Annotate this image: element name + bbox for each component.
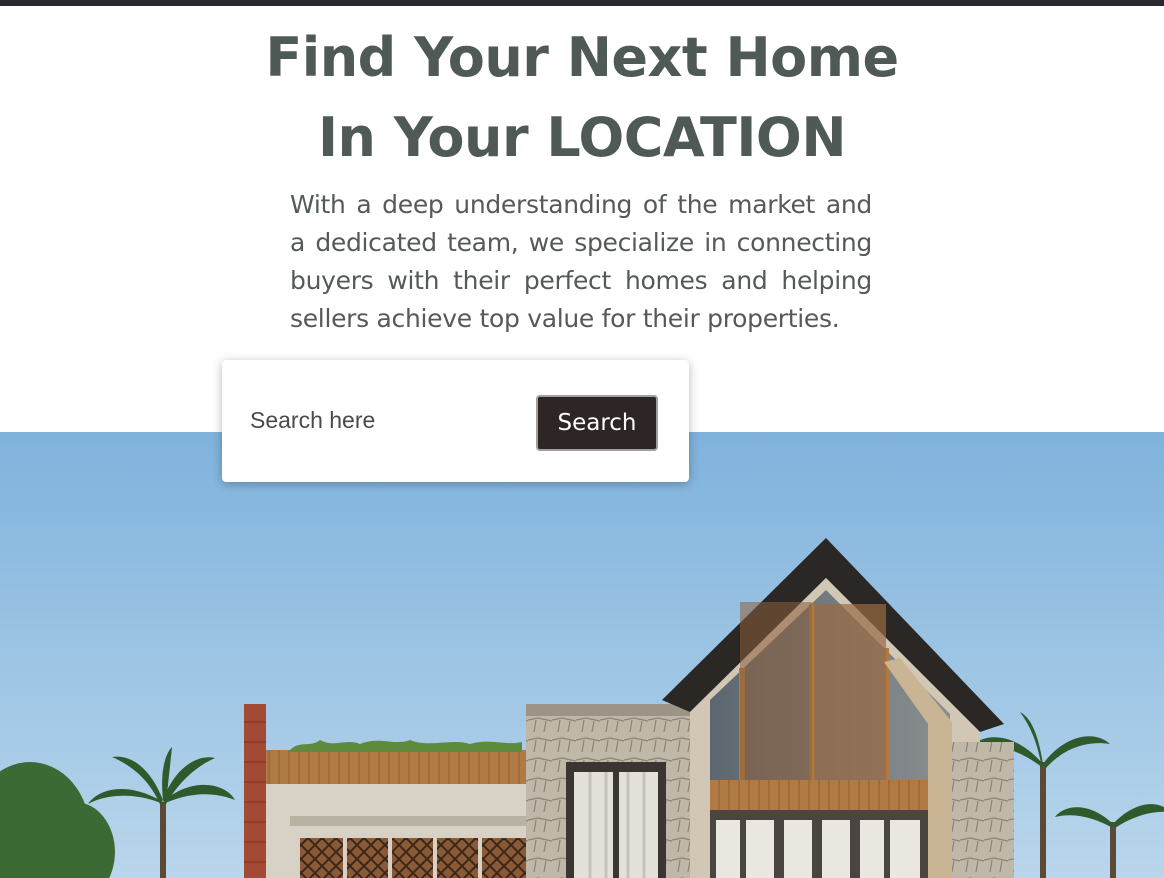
search-card: Search: [222, 360, 689, 482]
title-line-1: Find Your Next Home: [265, 26, 899, 89]
house-illustration: [0, 432, 1164, 878]
search-button[interactable]: Search: [536, 395, 658, 451]
top-bar: [0, 0, 1164, 6]
page-title: Find Your Next Home In Your LOCATION: [0, 18, 1164, 178]
hero-house-image: [0, 432, 1164, 878]
hero-description: With a deep understanding of the market …: [290, 190, 872, 333]
search-input[interactable]: [248, 398, 532, 442]
title-line-2: In Your LOCATION: [317, 106, 847, 169]
